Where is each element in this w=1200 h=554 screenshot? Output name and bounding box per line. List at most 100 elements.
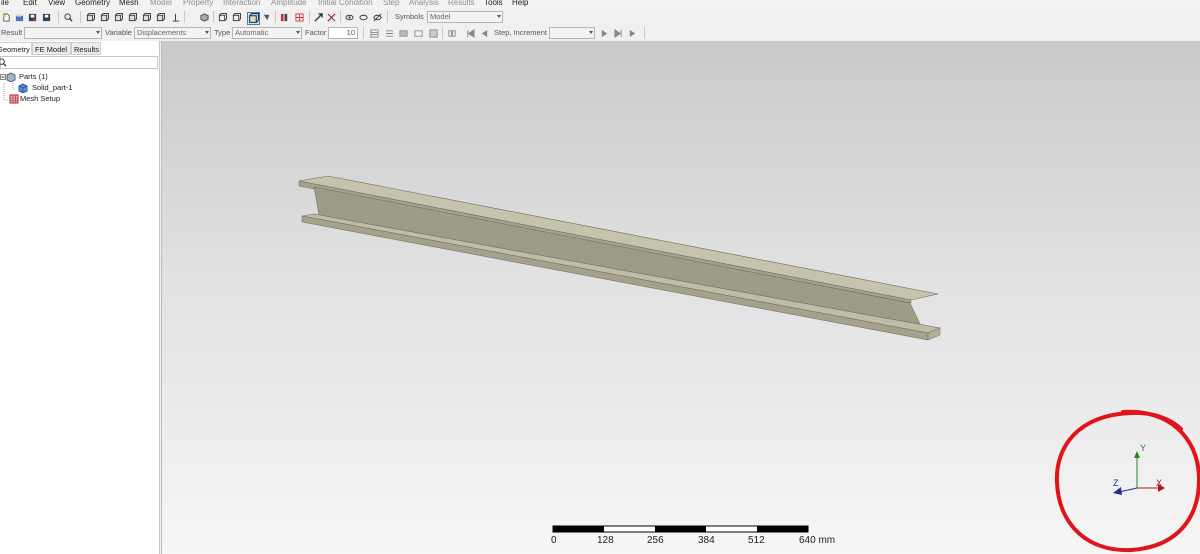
mesh-display-icon[interactable] — [295, 13, 304, 22]
hide-icon[interactable] — [359, 13, 368, 22]
view-left-icon[interactable] — [142, 13, 151, 22]
vector-plot-icon[interactable] — [429, 29, 438, 38]
menu-initial-condition[interactable]: Initial Condition — [318, 0, 373, 8]
variable-dropdown[interactable]: Displacements — [134, 27, 211, 39]
show-all-icon[interactable] — [373, 13, 382, 22]
variable-label: Variable — [105, 28, 132, 37]
open-file-icon[interactable] — [15, 13, 24, 22]
toolbar-separator — [58, 11, 59, 23]
hidden-line-icon[interactable] — [232, 13, 241, 22]
view-back-icon[interactable] — [100, 13, 109, 22]
scale-tick-512: 512 — [748, 535, 765, 546]
type-label: Type — [214, 28, 231, 37]
tab-fe-model[interactable]: FE Model — [32, 42, 71, 55]
results-toolbar: Result Variable Displacements Type Autom… — [0, 26, 1200, 42]
beam-bottom-flange — [301, 213, 942, 334]
variable-dropdown-value: Displacements — [137, 28, 187, 37]
menu-tools[interactable]: Tools — [484, 0, 503, 8]
zoom-icon[interactable] — [64, 13, 73, 22]
i-beam-model[interactable] — [162, 41, 1200, 554]
menu-view[interactable]: View — [48, 0, 65, 8]
symbols-dropdown[interactable]: Model — [427, 11, 503, 23]
menu-interaction[interactable]: Interaction — [223, 0, 260, 8]
scale-tick-384: 384 — [698, 535, 715, 546]
menu-analysis[interactable]: Analysis — [409, 0, 439, 8]
undeformed-icon[interactable] — [414, 29, 423, 38]
toolbar-separator — [387, 11, 388, 23]
menu-property[interactable]: Property — [183, 0, 213, 8]
next-frame-icon[interactable] — [600, 29, 609, 38]
animate-icon[interactable] — [448, 29, 457, 38]
menu-amplitude[interactable]: Amplitude — [271, 0, 307, 8]
toolbar-separator — [309, 11, 310, 23]
tree-parts[interactable]: Parts (1) — [19, 72, 48, 82]
render-mode-icon[interactable] — [262, 13, 271, 22]
chevron-down-icon — [589, 31, 593, 34]
unpick-icon[interactable] — [327, 13, 336, 22]
view-bottom-icon[interactable] — [128, 13, 137, 22]
toolbar-separator — [363, 27, 364, 39]
menu-step[interactable]: Step — [383, 0, 399, 8]
tab-results[interactable]: Results — [71, 42, 101, 55]
mesh-setup-icon — [9, 94, 19, 104]
type-dropdown-value: Automatic — [235, 28, 269, 37]
step-increment-label: Step, Increment — [494, 28, 547, 37]
contour-icon[interactable] — [370, 29, 379, 38]
menu-file[interactable]: ile — [1, 0, 9, 8]
model-tree-panel: Geometry FE Model Results Parts (1) Soli… — [0, 41, 160, 554]
type-dropdown[interactable]: Automatic — [232, 27, 302, 39]
view-front-icon[interactable] — [86, 13, 95, 22]
chevron-down-icon — [96, 31, 100, 34]
result-dropdown[interactable] — [24, 27, 102, 39]
beam-web — [313, 186, 923, 329]
deformed-icon[interactable] — [399, 29, 408, 38]
menu-model[interactable]: Model — [150, 0, 172, 8]
menu-geometry[interactable]: Geometry — [75, 0, 110, 8]
tree-solid-part[interactable]: Solid_part-1 — [32, 83, 72, 93]
symbols-dropdown-value: Model — [430, 12, 451, 21]
chevron-down-icon — [497, 15, 501, 18]
shaded-icon[interactable] — [247, 12, 260, 25]
tab-geometry[interactable]: Geometry — [0, 42, 32, 55]
toolbar-separator — [184, 11, 185, 23]
step-increment-dropdown[interactable] — [549, 27, 595, 39]
graphics-viewport[interactable]: Y X Z 0 128 256 384 512 640 mm — [161, 41, 1200, 554]
menu-edit[interactable]: Edit — [23, 0, 37, 8]
toolbar-separator — [340, 11, 341, 23]
symbols-label: Symbols — [395, 12, 424, 21]
play-icon[interactable] — [628, 29, 637, 38]
toolbar-separator — [80, 11, 81, 23]
axis-orient-icon[interactable] — [171, 13, 180, 22]
parts-icon — [6, 72, 16, 82]
tree-mesh-setup[interactable]: Mesh Setup — [20, 94, 60, 104]
first-frame-icon[interactable] — [466, 29, 475, 38]
new-file-icon[interactable] — [2, 13, 11, 22]
save-as-icon[interactable] — [28, 13, 37, 22]
result-label: Result — [1, 28, 23, 37]
save-icon[interactable] — [42, 13, 51, 22]
wireframe-icon[interactable] — [218, 13, 227, 22]
menu-results[interactable]: Results — [448, 0, 475, 8]
iso-view-icon[interactable] — [200, 13, 209, 22]
search-icon — [0, 58, 7, 67]
last-frame-icon[interactable] — [614, 29, 623, 38]
chevron-down-icon — [205, 31, 209, 34]
scale-bar — [552, 525, 809, 533]
factor-input[interactable]: 10 — [328, 27, 358, 39]
menu-bar: ile Edit View Geometry Mesh Model Proper… — [0, 0, 1200, 9]
menu-mesh[interactable]: Mesh — [119, 0, 139, 8]
previous-frame-icon[interactable] — [480, 29, 489, 38]
tree-search-input[interactable] — [0, 56, 158, 69]
menu-help[interactable]: Help — [512, 0, 528, 8]
show-icon[interactable] — [345, 13, 354, 22]
toolbar-separator — [442, 27, 443, 39]
plot-list-icon[interactable] — [385, 29, 394, 38]
beam-top-flange-edge — [298, 180, 912, 304]
pick-icon[interactable] — [314, 13, 323, 22]
toolbar-separator — [275, 11, 276, 23]
view-right-icon[interactable] — [156, 13, 165, 22]
chevron-down-icon — [296, 31, 300, 34]
toolbar-separator — [213, 11, 214, 23]
view-top-icon[interactable] — [114, 13, 123, 22]
mesh-color-icon[interactable] — [280, 13, 289, 22]
